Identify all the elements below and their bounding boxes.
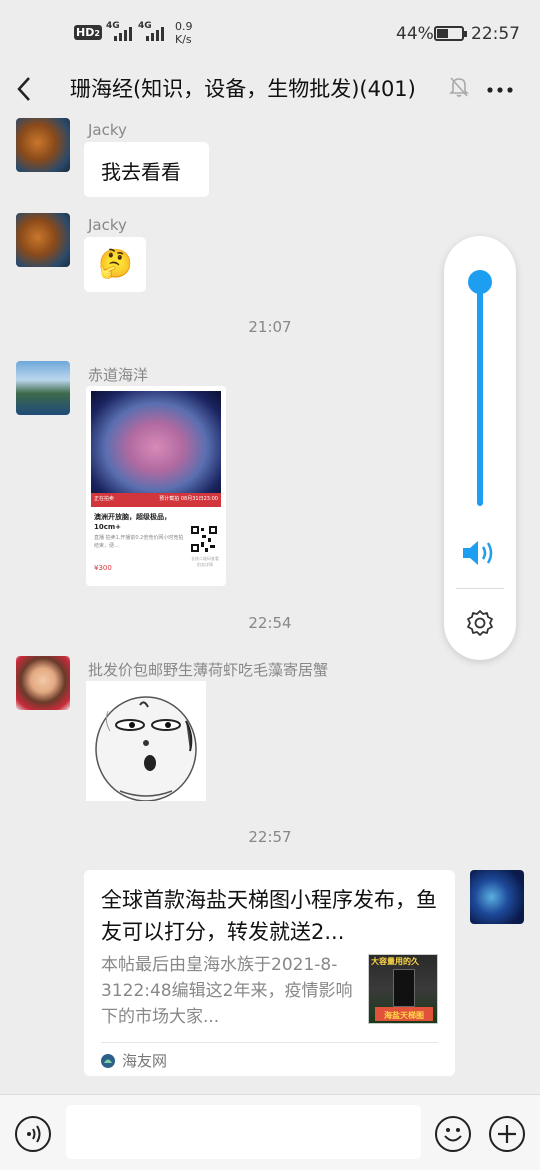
thumbnail-text: 大容量用的久 [371, 957, 419, 966]
volume-slider-handle[interactable] [468, 270, 492, 294]
product-price: ¥300 [94, 564, 112, 572]
volume-panel [444, 236, 516, 660]
link-card[interactable]: 全球首款海盐天梯图小程序发布，鱼友可以打分，转发就送2... 本帖最后由皇海水族… [84, 870, 455, 1076]
battery-icon [434, 26, 467, 41]
hd-voice-icon: HD2 [74, 25, 102, 40]
signal-icon: 4G [106, 21, 136, 41]
volume-track[interactable] [477, 270, 483, 506]
sender-name: Jacky [88, 121, 127, 139]
divider [456, 588, 504, 589]
network-speed: 0.9 K/s [175, 20, 193, 46]
message-bubble[interactable]: 🤔 [84, 237, 146, 292]
message-text: 我去看看 [101, 160, 181, 184]
sender-name: 批发价包邮野生薄荷虾吃毛藻寄居蟹 [88, 661, 329, 679]
qr-code-icon [191, 526, 217, 552]
bell-off-icon [449, 76, 469, 102]
more-icon[interactable] [486, 69, 514, 105]
timestamp: 22:54 [248, 614, 292, 632]
product-title: 澳洲开放脑，超级极品，10cm+ [94, 513, 171, 531]
sender-name: 赤道海洋 [88, 366, 149, 384]
link-desc: 本帖最后由皇海水族于2021-8-3122:48编辑这2年来，疫情影响下的市场大… [101, 955, 353, 1027]
signal-icon: 4G [138, 21, 168, 41]
divider [101, 1042, 438, 1043]
auction-status: 正在拍卖 [94, 496, 115, 502]
avatar[interactable] [16, 118, 70, 172]
product-desc: 直播 拍卖1.开播前0.2倍竞价网小时竞拍结束，便... [94, 535, 184, 549]
avatar[interactable] [470, 870, 524, 924]
clock: 22:57 [471, 24, 520, 44]
qr-caption: 长按二维码查看拍卖详情 [191, 556, 219, 567]
link-title: 全球首款海盐天梯图小程序发布，鱼友可以打分，转发就送2... [101, 888, 437, 944]
timestamp: 21:07 [248, 318, 292, 336]
avatar[interactable] [16, 656, 70, 710]
source-logo-icon [101, 1053, 115, 1068]
voice-icon[interactable] [15, 1116, 51, 1152]
product-card[interactable]: 正在拍卖 预计截拍 08月31日23:00 澳洲开放脑，超级极品，10cm+ 直… [86, 386, 226, 586]
battery-percent: 44% [396, 24, 434, 44]
chat-title: 珊海经(知识，设备，生物批发)(401) [70, 77, 416, 101]
sender-name: Jacky [88, 216, 127, 234]
speaker-icon[interactable] [461, 538, 499, 572]
emoji-icon[interactable] [435, 1116, 471, 1152]
status-bar: HD2 4G 4G 0.9 K/s 44% 22:57 [0, 0, 540, 66]
message-input[interactable] [66, 1105, 421, 1159]
add-icon[interactable] [489, 1116, 525, 1152]
auction-end-time: 预计截拍 08月31日23:00 [159, 496, 218, 502]
link-thumbnail: 大容量用的久 海盐天梯图 [368, 954, 438, 1024]
input-bar [0, 1094, 540, 1170]
meme-sticker[interactable] [86, 681, 206, 802]
avatar[interactable] [16, 213, 70, 267]
avatar[interactable] [16, 361, 70, 415]
link-source: 海友网 [122, 1052, 168, 1070]
settings-icon[interactable] [464, 608, 496, 644]
coral-image [91, 391, 221, 493]
thumbnail-text: 海盐天梯图 [384, 1011, 424, 1020]
chevron-left-icon[interactable] [14, 74, 34, 110]
thinking-emoji: 🤔 [98, 247, 133, 280]
auction-bar: 正在拍卖 预计截拍 08月31日23:00 [91, 493, 221, 507]
timestamp: 22:57 [248, 828, 292, 846]
message-bubble[interactable]: 我去看看 [84, 142, 209, 197]
chat-header: 珊海经(知识，设备，生物批发)(401) [0, 66, 540, 112]
